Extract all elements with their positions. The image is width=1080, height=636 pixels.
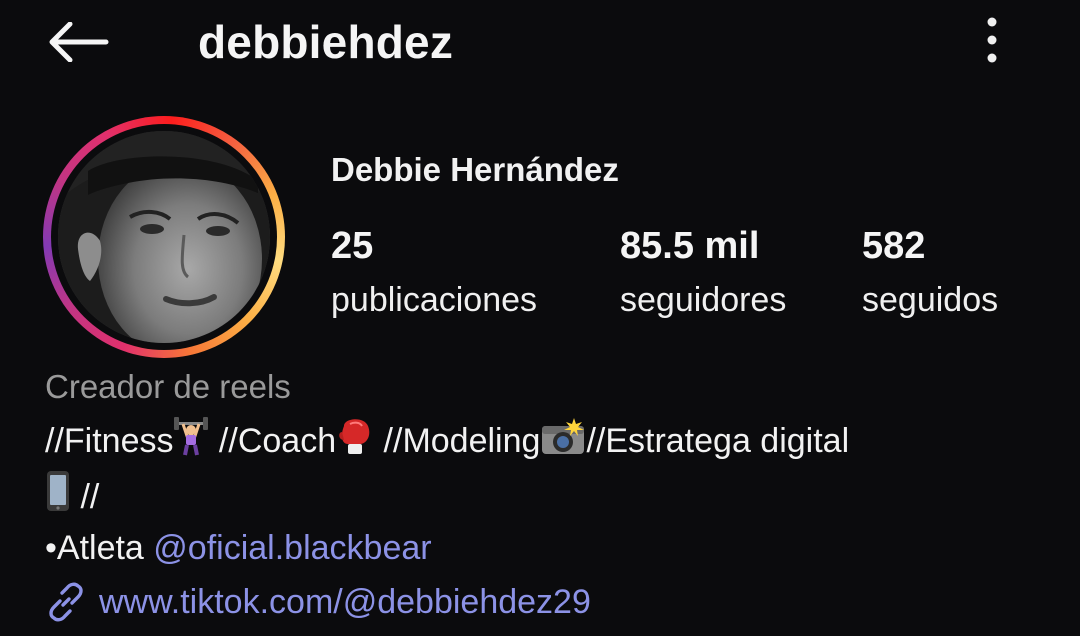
more-options-button[interactable] [966, 10, 1018, 70]
mobile-phone-emoji-icon [47, 471, 69, 511]
back-button[interactable] [38, 12, 118, 72]
stat-followers[interactable]: 85.5 mil seguidores [620, 222, 786, 324]
profile-username: debbiehdez [198, 16, 454, 68]
profile-category: Creador de reels [45, 368, 291, 405]
top-bar: debbiehdez [0, 0, 1080, 84]
avatar-story-ring[interactable] [43, 116, 285, 358]
avatar-portrait-image [58, 131, 270, 343]
stat-following[interactable]: 582 seguidos [862, 222, 998, 324]
bio-text-slashes: // [71, 478, 100, 516]
bio-text-estratega: //Estratega digital [586, 422, 850, 460]
stat-following-count: 582 [862, 225, 926, 267]
bio-line-2: // [45, 470, 99, 521]
bio-text-fitness: //Fitness [45, 422, 174, 460]
bio-text-modeling: //Modeling [374, 422, 541, 460]
stat-posts-label: publicaciones [331, 281, 538, 319]
external-link-text[interactable]: www.tiktok.com/@debbiehdez29 [99, 578, 591, 626]
stat-followers-label: seguidores [620, 281, 787, 319]
stat-followers-count: 85.5 mil [620, 225, 760, 267]
stat-posts[interactable]: 25 publicaciones [331, 222, 537, 324]
weightlifter-emoji-icon [174, 417, 209, 456]
bio-text-coach: //Coach [209, 422, 337, 460]
camera-flash-emoji-icon [542, 418, 585, 454]
more-vertical-icon [987, 17, 997, 63]
profile-display-name: Debbie Hernández [331, 151, 619, 188]
external-link[interactable]: www.tiktok.com/@debbiehdez29 [45, 578, 591, 626]
arrow-left-icon [49, 22, 109, 62]
avatar[interactable] [58, 131, 270, 343]
stat-following-label: seguidos [862, 281, 999, 319]
bio-line-1: //Fitness //Coach //Modeling //Estratega… [45, 416, 849, 465]
link-chain-icon [49, 582, 83, 622]
mention-link[interactable]: @oficial.blackbear [153, 529, 431, 567]
bio-line-3: •Atleta @oficial.blackbear [45, 524, 432, 572]
bio-text-atleta: •Atleta [45, 529, 154, 567]
stat-posts-count: 25 [331, 225, 374, 267]
boxing-glove-emoji-icon [339, 419, 370, 454]
